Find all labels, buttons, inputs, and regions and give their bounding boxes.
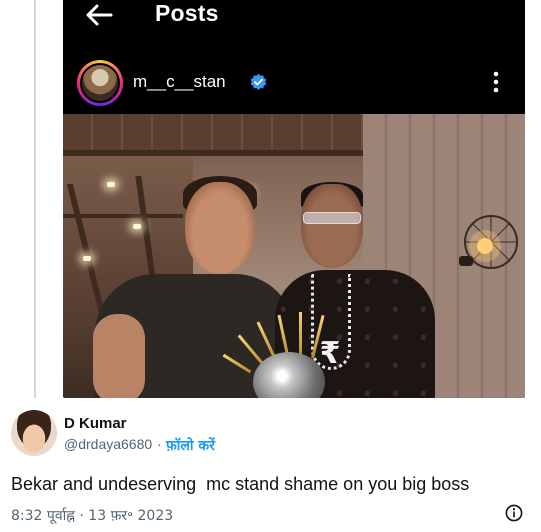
instagram-username[interactable]: m__c__stan xyxy=(133,72,226,92)
tweet-timestamp[interactable]: 8:32 पूर्वाह्न · 13 फ़र॰ 2023 xyxy=(11,506,173,525)
user-display-name[interactable]: D Kumar xyxy=(64,415,127,432)
verified-badge-icon xyxy=(250,73,267,90)
thread-line xyxy=(34,0,36,398)
post-photo[interactable]: ₹ xyxy=(63,114,525,398)
embedded-instagram-screenshot[interactable]: Posts m__c__stan ₹ xyxy=(63,0,525,398)
info-icon[interactable] xyxy=(505,504,523,522)
tweet-text: Bekar and undeserving mc stand shame on … xyxy=(11,474,470,494)
instagram-avatar[interactable] xyxy=(77,60,123,106)
instagram-page-title: Posts xyxy=(155,0,219,26)
arrow-left-icon[interactable] xyxy=(83,2,115,28)
follow-button[interactable]: फ़ॉलो करें xyxy=(166,436,215,455)
wall-lamp-icon xyxy=(459,215,518,269)
user-handle[interactable]: @drdaya6680 xyxy=(64,436,152,452)
user-avatar[interactable] xyxy=(11,410,57,456)
instagram-post-header: m__c__stan xyxy=(63,54,525,112)
more-vertical-icon[interactable] xyxy=(489,70,503,94)
dot-separator: · xyxy=(157,436,162,452)
instagram-topbar: Posts xyxy=(63,0,525,38)
